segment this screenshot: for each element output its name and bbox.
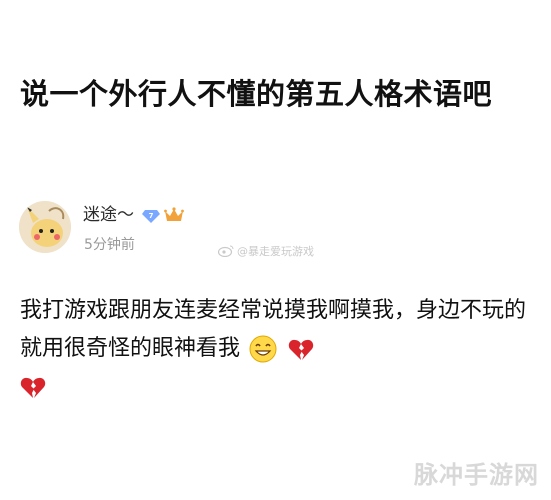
post-time: 5分钟前 xyxy=(84,237,135,253)
post-body: 我打游戏跟朋友连麦经常说摸我啊摸我，身边不玩的就用很奇怪的眼神看我 xyxy=(20,292,540,406)
weibo-watermark: @暴走爱玩游戏 xyxy=(218,243,314,259)
avatar[interactable] xyxy=(19,201,71,253)
user-row: 迷途～ 7 xyxy=(83,204,184,226)
diamond-level-icon: 7 xyxy=(142,208,160,223)
broken-heart-icon xyxy=(20,375,46,399)
post-title: 说一个外行人不懂的第五人格术语吧 xyxy=(20,77,493,111)
crown-icon xyxy=(164,207,184,223)
weibo-icon xyxy=(218,245,234,257)
post-page: 说一个外行人不懂的第五人格术语吧 迷途～ 7 5分钟前 @暴走爱玩游戏 我打游戏… xyxy=(0,0,551,500)
watermark-text: @暴走爱玩游戏 xyxy=(237,245,314,258)
pikachu-avatar-icon xyxy=(19,201,71,253)
site-watermark: 脉冲手游网 xyxy=(414,461,539,489)
level-number: 7 xyxy=(149,212,154,220)
grinning-emoji-icon xyxy=(249,335,277,363)
username[interactable]: 迷途～ xyxy=(83,204,134,226)
broken-heart-icon xyxy=(288,337,314,361)
